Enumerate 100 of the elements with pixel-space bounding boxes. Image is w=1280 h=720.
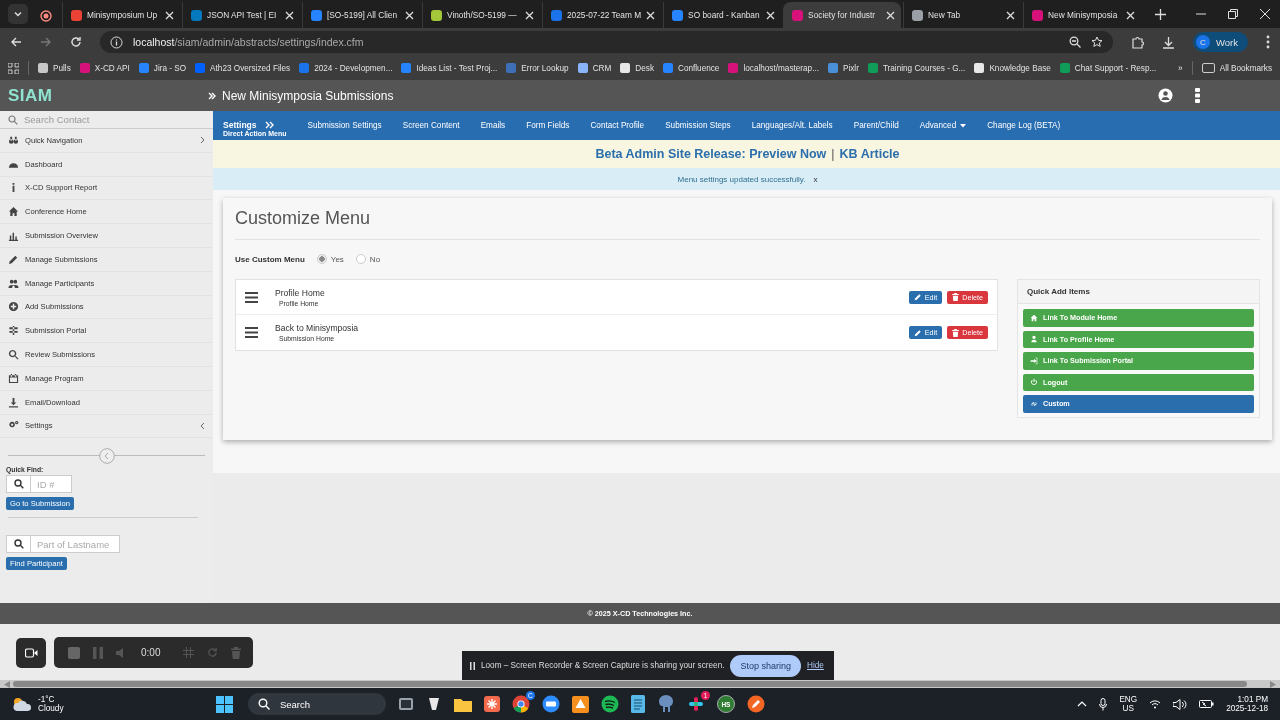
close-icon[interactable] xyxy=(886,10,896,20)
bookmark[interactable]: Pixlr xyxy=(842,63,859,73)
volume-icon[interactable] xyxy=(1173,698,1188,710)
bookmark[interactable]: localhost/masterap... xyxy=(743,63,819,73)
close-icon[interactable] xyxy=(405,10,414,20)
chrome-icon[interactable] xyxy=(511,695,530,713)
search-field[interactable]: Search Contact xyxy=(24,111,213,128)
camera-button[interactable] xyxy=(16,637,46,668)
siam-logo[interactable]: SIAM xyxy=(8,85,208,106)
new-tab-icon[interactable] xyxy=(1155,9,1167,20)
bookmark[interactable]: Ath23 Oversized Files xyxy=(210,63,291,73)
microphone-icon[interactable] xyxy=(1099,697,1108,711)
nav-link[interactable]: Parent/Child xyxy=(853,121,899,130)
hide-link[interactable]: Hide xyxy=(807,661,824,670)
bookmark[interactable]: Desk xyxy=(635,63,654,73)
bookmark[interactable]: X-CD API xyxy=(94,63,130,73)
bookmark[interactable]: CRM xyxy=(592,63,612,73)
close-icon[interactable] xyxy=(1260,9,1270,19)
close-icon[interactable] xyxy=(165,10,174,20)
star-icon[interactable] xyxy=(1091,36,1103,48)
download-icon[interactable] xyxy=(1162,35,1175,49)
restart-icon[interactable] xyxy=(207,647,219,658)
bookmark[interactable]: 2024 - Developmen... xyxy=(314,63,393,73)
pen-icon[interactable] xyxy=(746,695,765,713)
all-bookmarks-button[interactable]: All Bookmarks xyxy=(1219,63,1272,73)
drag-handle-icon[interactable] xyxy=(245,327,258,338)
scrollbar-thumb[interactable] xyxy=(13,681,1247,687)
close-button[interactable]: x xyxy=(813,174,818,184)
stop-sharing-button[interactable]: Stop sharing xyxy=(730,654,802,677)
close-icon[interactable] xyxy=(1006,10,1016,20)
app-icon[interactable] xyxy=(571,695,589,713)
radio-option[interactable]: No xyxy=(355,254,381,264)
clock[interactable]: 1:01 PM 2025-12-18 xyxy=(1226,694,1268,714)
music-icon[interactable] xyxy=(600,695,619,713)
app-icon[interactable] xyxy=(483,696,500,712)
radio-icon[interactable] xyxy=(355,254,366,264)
nav-link[interactable]: Emails xyxy=(480,121,506,130)
chat-app-icon[interactable] xyxy=(686,695,705,713)
bookmark[interactable]: Jira - SO xyxy=(153,63,187,73)
bookmark[interactable]: Ideas List - Test Proj... xyxy=(416,63,498,73)
video-call-icon[interactable] xyxy=(541,695,560,713)
nav-link[interactable]: Screen Content xyxy=(402,121,460,130)
folder-icon[interactable] xyxy=(453,696,472,712)
battery-icon[interactable] xyxy=(1199,699,1215,709)
bar-chart-icon xyxy=(8,230,19,242)
notepad-icon[interactable] xyxy=(630,695,645,713)
preview-link[interactable]: Beta Admin Site Release: Preview Now xyxy=(595,147,827,161)
close-icon[interactable] xyxy=(285,10,294,20)
taskbar-search[interactable]: Search xyxy=(247,693,386,715)
forward-icon[interactable] xyxy=(40,36,52,48)
radio-option[interactable]: Yes xyxy=(316,254,344,264)
bookmark[interactable]: Training Courses - G... xyxy=(882,63,966,73)
nav-link[interactable]: Contact Profile xyxy=(590,121,645,130)
nav-link[interactable]: Change Log (BETA) xyxy=(987,121,1061,130)
close-icon[interactable] xyxy=(1126,10,1136,20)
chevron-left-icon xyxy=(200,421,205,430)
language-indicator[interactable]: ENG US xyxy=(1119,694,1138,714)
close-icon[interactable] xyxy=(766,10,776,20)
record-icon xyxy=(40,10,52,22)
more-icon[interactable] xyxy=(1266,35,1270,49)
wifi-icon[interactable] xyxy=(1149,699,1162,709)
bookmark[interactable]: Pulls xyxy=(53,63,71,73)
close-icon[interactable] xyxy=(646,10,656,20)
chevron-right-icon xyxy=(200,136,205,145)
nav-link[interactable]: Form Fields xyxy=(526,121,570,130)
address-bar[interactable]: localhost/siam/admin/abstracts/settings/index.cfm xyxy=(100,31,1113,53)
drag-handle-icon[interactable] xyxy=(245,291,258,303)
more-icon[interactable] xyxy=(1195,88,1200,103)
pause-icon xyxy=(470,661,475,670)
bookmark[interactable]: Error Lookup xyxy=(521,63,569,73)
nav-link[interactable]: Advanced xyxy=(919,121,967,130)
nav-link[interactable]: Submission Steps xyxy=(665,121,731,130)
profile-button[interactable]: C Work xyxy=(1193,32,1248,52)
back-icon[interactable] xyxy=(10,36,22,48)
user-circle-icon[interactable] xyxy=(1158,88,1173,103)
nav-link[interactable]: Languages/Alt. Labels xyxy=(751,121,833,130)
bookmark[interactable]: Confluence xyxy=(678,63,720,73)
page-title: New Minisymposia Submissions xyxy=(222,88,394,103)
bookmark[interactable]: Chat Support - Resp... xyxy=(1074,63,1157,73)
stop-icon[interactable] xyxy=(68,646,80,659)
chevron-up-icon[interactable] xyxy=(1077,701,1088,707)
tab-search-button[interactable] xyxy=(8,4,28,24)
more-bookmarks-button[interactable]: » xyxy=(1178,63,1183,73)
close-icon[interactable] xyxy=(525,10,534,20)
browser-tab[interactable]: Society for Industr xyxy=(783,2,902,28)
lastname-field[interactable]: Part of Lastname xyxy=(31,535,120,554)
id-field[interactable]: ID # xyxy=(31,475,72,494)
radio-icon[interactable] xyxy=(316,254,327,264)
apps-icon[interactable] xyxy=(8,62,19,74)
reload-icon[interactable] xyxy=(70,36,82,48)
nav-link[interactable]: Submission Settings xyxy=(307,121,382,130)
windows-icon[interactable] xyxy=(215,695,233,713)
zoom-icon[interactable] xyxy=(1069,36,1081,48)
restore-icon[interactable] xyxy=(1228,9,1238,19)
pencil-icon xyxy=(8,253,19,265)
kb-article-link[interactable]: KB Article xyxy=(839,147,900,161)
bookmark[interactable]: Knowledge Base xyxy=(989,63,1051,73)
task-view-icon[interactable] xyxy=(397,697,414,711)
weather-icon[interactable] xyxy=(12,696,32,712)
puzzle-icon[interactable] xyxy=(1131,35,1144,49)
